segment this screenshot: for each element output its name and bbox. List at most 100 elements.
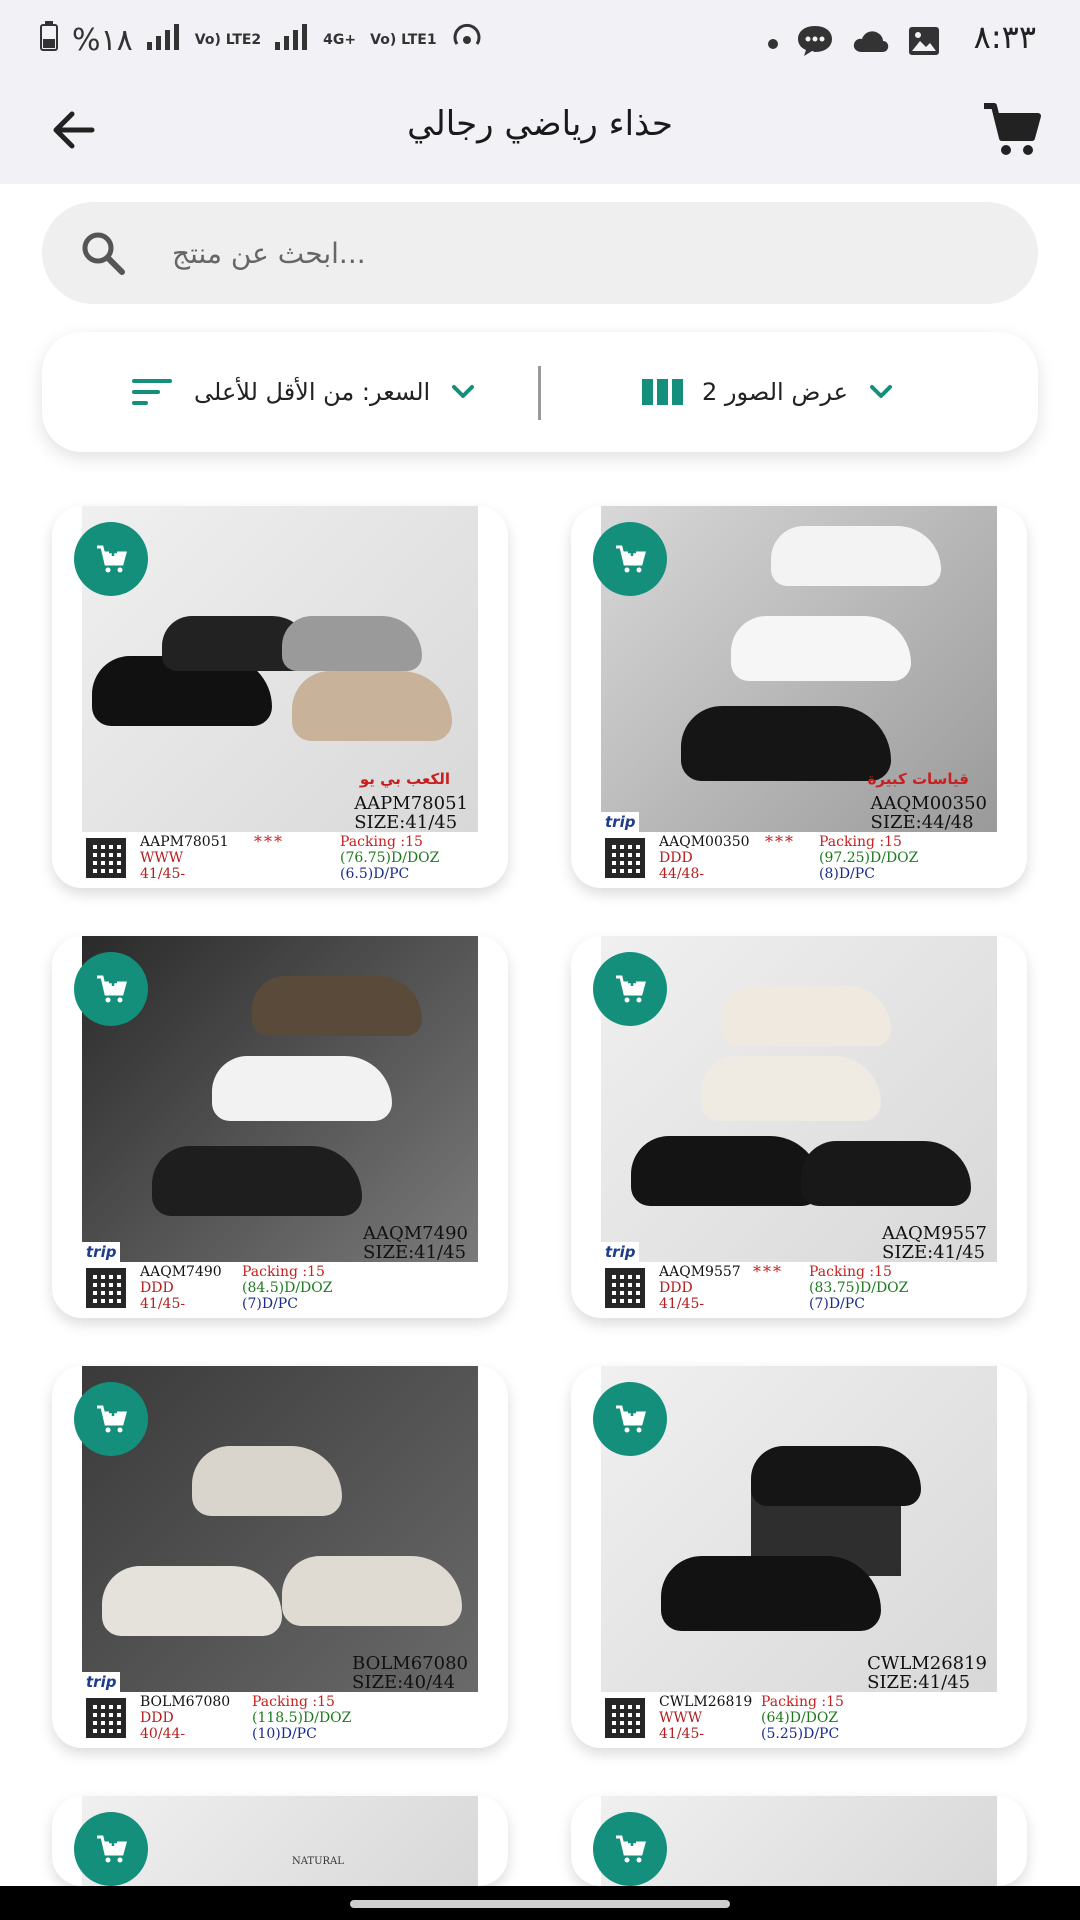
cart-icon xyxy=(984,103,1041,155)
product-card[interactable]: AAQM7490 SIZE:41/45 trip AAQM7490 DDD 41/… xyxy=(52,936,508,1318)
product-grade: DDD xyxy=(659,1280,693,1296)
add-cart-icon xyxy=(97,1835,127,1863)
product-grade: WWW xyxy=(140,850,184,866)
product-code-overlay: AAPM78051 SIZE:41/45 xyxy=(354,793,468,832)
status-left-group: %١٨ Vo) LTE2 4G+ Vo) LTE1 xyxy=(40,20,483,60)
product-size-range: 41/45- xyxy=(659,1726,705,1742)
sort-dropdown[interactable]: السعر: من الأقل للأعلى xyxy=(132,362,478,422)
trip-logo: trip xyxy=(601,1242,640,1262)
hotspot-icon xyxy=(451,20,483,60)
product-card[interactable]: قياسات كبيرة AAQM00350 SIZE:44/48 trip AA… xyxy=(571,506,1027,888)
product-code-overlay: BOLM67080 SIZE:40/44 xyxy=(352,1653,468,1692)
chat-icon xyxy=(796,24,834,62)
product-size-range: 44/48- xyxy=(659,866,705,882)
add-cart-icon xyxy=(97,975,127,1003)
product-price-pc: (10)D/PC xyxy=(252,1726,317,1742)
filter-card: السعر: من الأقل للأعلى عرض الصور 2 xyxy=(42,332,1038,452)
network-4g: 4G+ xyxy=(323,32,357,48)
product-price-doz: (97.25)D/DOZ xyxy=(819,850,919,866)
grid-view-icon xyxy=(642,379,683,405)
chevron-down-icon xyxy=(869,385,892,398)
add-to-cart-button[interactable] xyxy=(74,952,148,1026)
product-card[interactable]: BOLM67080 SIZE:40/44 trip BOLM67080 DDD 4… xyxy=(52,1366,508,1748)
add-to-cart-button[interactable] xyxy=(74,522,148,596)
qr-code-icon xyxy=(605,1698,645,1738)
battery-icon xyxy=(40,21,58,59)
product-price-doz: (118.5)D/DOZ xyxy=(252,1710,352,1726)
product-code: BOLM67080 xyxy=(140,1694,231,1710)
qr-code-icon xyxy=(86,1698,126,1738)
product-stars: *** xyxy=(765,832,795,851)
network-lte2: Vo) LTE2 xyxy=(194,32,262,48)
product-price-doz: (64)D/DOZ xyxy=(761,1710,839,1726)
cloud-icon xyxy=(852,28,890,58)
product-size-range: 41/45- xyxy=(140,1296,186,1312)
product-card[interactable]: NATURAL xyxy=(52,1796,508,1886)
product-price-pc: (7)D/PC xyxy=(809,1296,865,1312)
qr-code-icon xyxy=(605,1268,645,1308)
qr-code-icon xyxy=(605,838,645,878)
product-packing: Packing :15 xyxy=(761,1694,844,1710)
product-size-range: 41/45- xyxy=(140,866,186,882)
product-grade: WWW xyxy=(659,1710,703,1726)
add-to-cart-button[interactable] xyxy=(593,522,667,596)
page-title: حذاء رياضي رجالي xyxy=(407,104,673,144)
signal-icon xyxy=(146,23,181,58)
sort-label: السعر: من الأقل للأعلى xyxy=(194,378,431,406)
trip-logo: trip xyxy=(82,1672,121,1692)
home-gesture-handle[interactable] xyxy=(350,1900,730,1908)
product-promo: الكعب بي يو xyxy=(359,770,450,788)
product-packing: Packing :15 xyxy=(340,834,423,850)
product-price-pc: (7)D/PC xyxy=(242,1296,298,1312)
view-dropdown[interactable]: عرض الصور 2 xyxy=(642,362,896,422)
view-label: عرض الصور 2 xyxy=(702,378,848,406)
natural-logo: NATURAL xyxy=(292,1856,344,1867)
product-info: CWLM26819 WWW 41/45- Packing :15 (64)D/D… xyxy=(605,1694,1005,1744)
product-grade: DDD xyxy=(140,1280,174,1296)
search-icon xyxy=(78,228,128,278)
product-size-range: 41/45- xyxy=(659,1296,705,1312)
product-price-pc: (6.5)D/PC xyxy=(340,866,410,882)
product-packing: Packing :15 xyxy=(809,1264,892,1280)
add-to-cart-button[interactable] xyxy=(593,952,667,1026)
add-to-cart-button[interactable] xyxy=(593,1382,667,1456)
product-promo: قياسات كبيرة xyxy=(867,770,969,788)
qr-code-icon xyxy=(86,838,126,878)
product-packing: Packing :15 xyxy=(819,834,902,850)
product-code-overlay: AAQM7490 SIZE:41/45 xyxy=(363,1223,468,1262)
product-code: AAQM00350 xyxy=(659,834,750,850)
product-grade: DDD xyxy=(659,850,693,866)
search-bar[interactable] xyxy=(42,202,1038,304)
search-input[interactable] xyxy=(172,202,992,304)
add-cart-icon xyxy=(616,975,646,1003)
product-price-doz: (83.75)D/DOZ xyxy=(809,1280,909,1296)
product-stars: *** xyxy=(254,832,284,851)
filter-divider xyxy=(538,366,541,420)
product-code: AAPM78051 xyxy=(140,834,229,850)
cart-button[interactable] xyxy=(980,98,1044,162)
add-cart-icon xyxy=(616,545,646,573)
product-price-pc: (5.25)D/PC xyxy=(761,1726,840,1742)
product-packing: Packing :15 xyxy=(242,1264,325,1280)
add-cart-icon xyxy=(616,1835,646,1863)
product-card[interactable]: CWLM26819 SIZE:41/45 CWLM26819 WWW 41/45-… xyxy=(571,1366,1027,1748)
status-right-icons xyxy=(768,24,940,62)
product-card[interactable] xyxy=(571,1796,1027,1886)
add-cart-icon xyxy=(97,1405,127,1433)
product-code: AAQM9557 xyxy=(659,1264,741,1280)
product-info: AAQM00350 DDD 44/48- *** Packing :15 (97… xyxy=(605,834,1005,884)
add-to-cart-button[interactable] xyxy=(74,1812,148,1886)
product-code: AAQM7490 xyxy=(140,1264,222,1280)
product-card[interactable]: الكعب بي يو AAPM78051 SIZE:41/45 AAPM7805… xyxy=(52,506,508,888)
product-grade: DDD xyxy=(140,1710,174,1726)
add-to-cart-button[interactable] xyxy=(74,1382,148,1456)
product-info: BOLM67080 DDD 40/44- Packing :15 (118.5)… xyxy=(86,1694,486,1744)
product-code: CWLM26819 xyxy=(659,1694,753,1710)
product-price-doz: (84.5)D/DOZ xyxy=(242,1280,333,1296)
trip-logo: trip xyxy=(82,1242,121,1262)
product-code-overlay: CWLM26819 SIZE:41/45 xyxy=(867,1653,987,1692)
product-code-overlay: AAQM00350 SIZE:44/48 xyxy=(870,793,987,832)
qr-code-icon xyxy=(86,1268,126,1308)
add-to-cart-button[interactable] xyxy=(593,1812,667,1886)
product-card[interactable]: AAQM9557 SIZE:41/45 trip AAQM9557 DDD 41/… xyxy=(571,936,1027,1318)
